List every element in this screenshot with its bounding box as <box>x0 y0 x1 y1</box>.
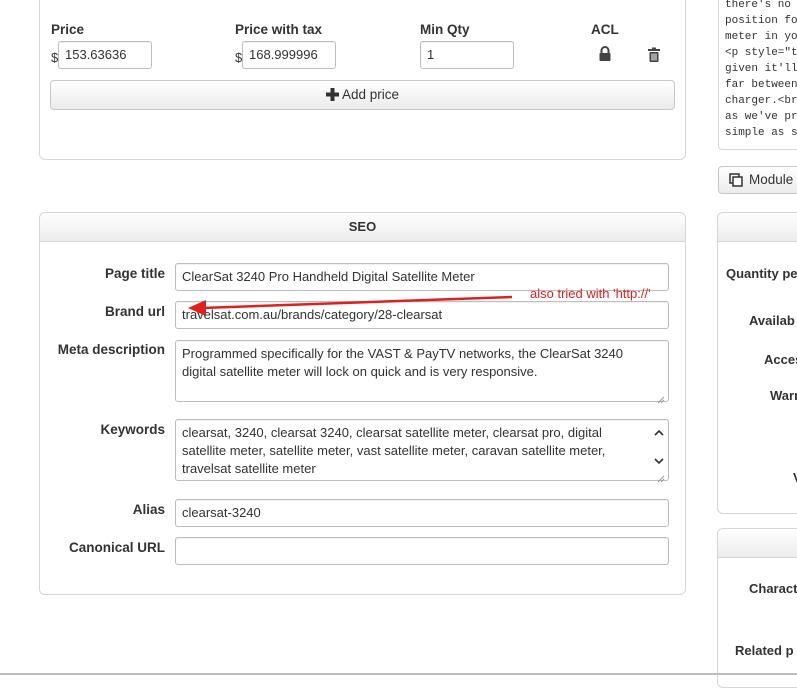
right-label-characteristics: Charact <box>749 581 797 596</box>
alias-input[interactable]: clearsat-3240 <box>175 499 669 527</box>
keywords-scroll-up-icon[interactable] <box>654 424 664 442</box>
add-price-button[interactable]: Add price <box>50 80 675 110</box>
price-header: Price <box>51 22 85 37</box>
module-button[interactable]: Module <box>718 166 797 194</box>
brand-url-label: Brand url <box>104 304 165 319</box>
code-line-8: as we've pr <box>725 111 797 123</box>
keywords-label: Keywords <box>100 422 165 437</box>
right-label-v: V <box>793 470 797 485</box>
right-panel-availability-head <box>718 213 797 242</box>
price-with-tax-header: Price with tax <box>235 22 323 37</box>
code-line-6: far between <box>725 79 797 91</box>
copy-icon <box>729 170 743 196</box>
module-button-label: Module <box>749 172 794 187</box>
page-title-label: Page title <box>104 266 165 281</box>
add-price-label: Add price <box>341 87 400 102</box>
annotation-arrow-icon <box>188 295 513 316</box>
meta-description-resize-handle[interactable] <box>657 391 665 404</box>
right-label-available: Availab <box>749 313 795 328</box>
right-label-related: Related p <box>735 643 794 658</box>
code-line-1: there's no <box>725 0 792 11</box>
code-line-5: given it'll <box>725 63 797 75</box>
meta-description-label: Meta description <box>57 342 165 357</box>
keywords-textarea[interactable]: clearsat, 3240, clearsat 3240, clearsat … <box>175 419 669 481</box>
price-input[interactable]: 153.63636 <box>58 41 152 69</box>
canonical-url-input[interactable] <box>175 537 669 565</box>
acl-header: ACL <box>591 22 619 37</box>
trash-icon[interactable] <box>647 47 661 63</box>
min-qty-header: Min Qty <box>420 22 470 37</box>
annotation-text: also tried with 'http://' <box>530 286 651 301</box>
meta-description-textarea[interactable]: Programmed specifically for the VAST & P… <box>175 340 669 402</box>
min-qty-input[interactable]: 1 <box>420 41 514 69</box>
right-label-access: Acces <box>764 352 797 367</box>
plus-icon <box>325 83 339 111</box>
keywords-resize-handle[interactable] <box>657 470 665 483</box>
seo-panel-title: SEO <box>40 213 685 242</box>
canonical-url-label: Canonical URL <box>68 540 165 555</box>
lock-icon[interactable] <box>598 46 612 62</box>
right-label-quantity: Quantity pe <box>726 266 797 281</box>
alias-label: Alias <box>132 502 165 517</box>
code-line-4: <p style="t <box>725 47 797 59</box>
right-panel-characteristics <box>717 528 797 688</box>
right-panel-characteristics-head <box>718 529 797 558</box>
code-line-3: meter in yo <box>725 31 797 43</box>
code-line-2: position fo <box>725 15 797 27</box>
keywords-scroll-down-icon[interactable] <box>654 452 664 470</box>
code-line-7: charger.<br <box>725 95 797 107</box>
price-with-tax-input[interactable]: 168.999996 <box>242 41 336 69</box>
code-line-9: simple as s <box>725 127 797 139</box>
right-label-warranty: Warr <box>770 388 797 403</box>
